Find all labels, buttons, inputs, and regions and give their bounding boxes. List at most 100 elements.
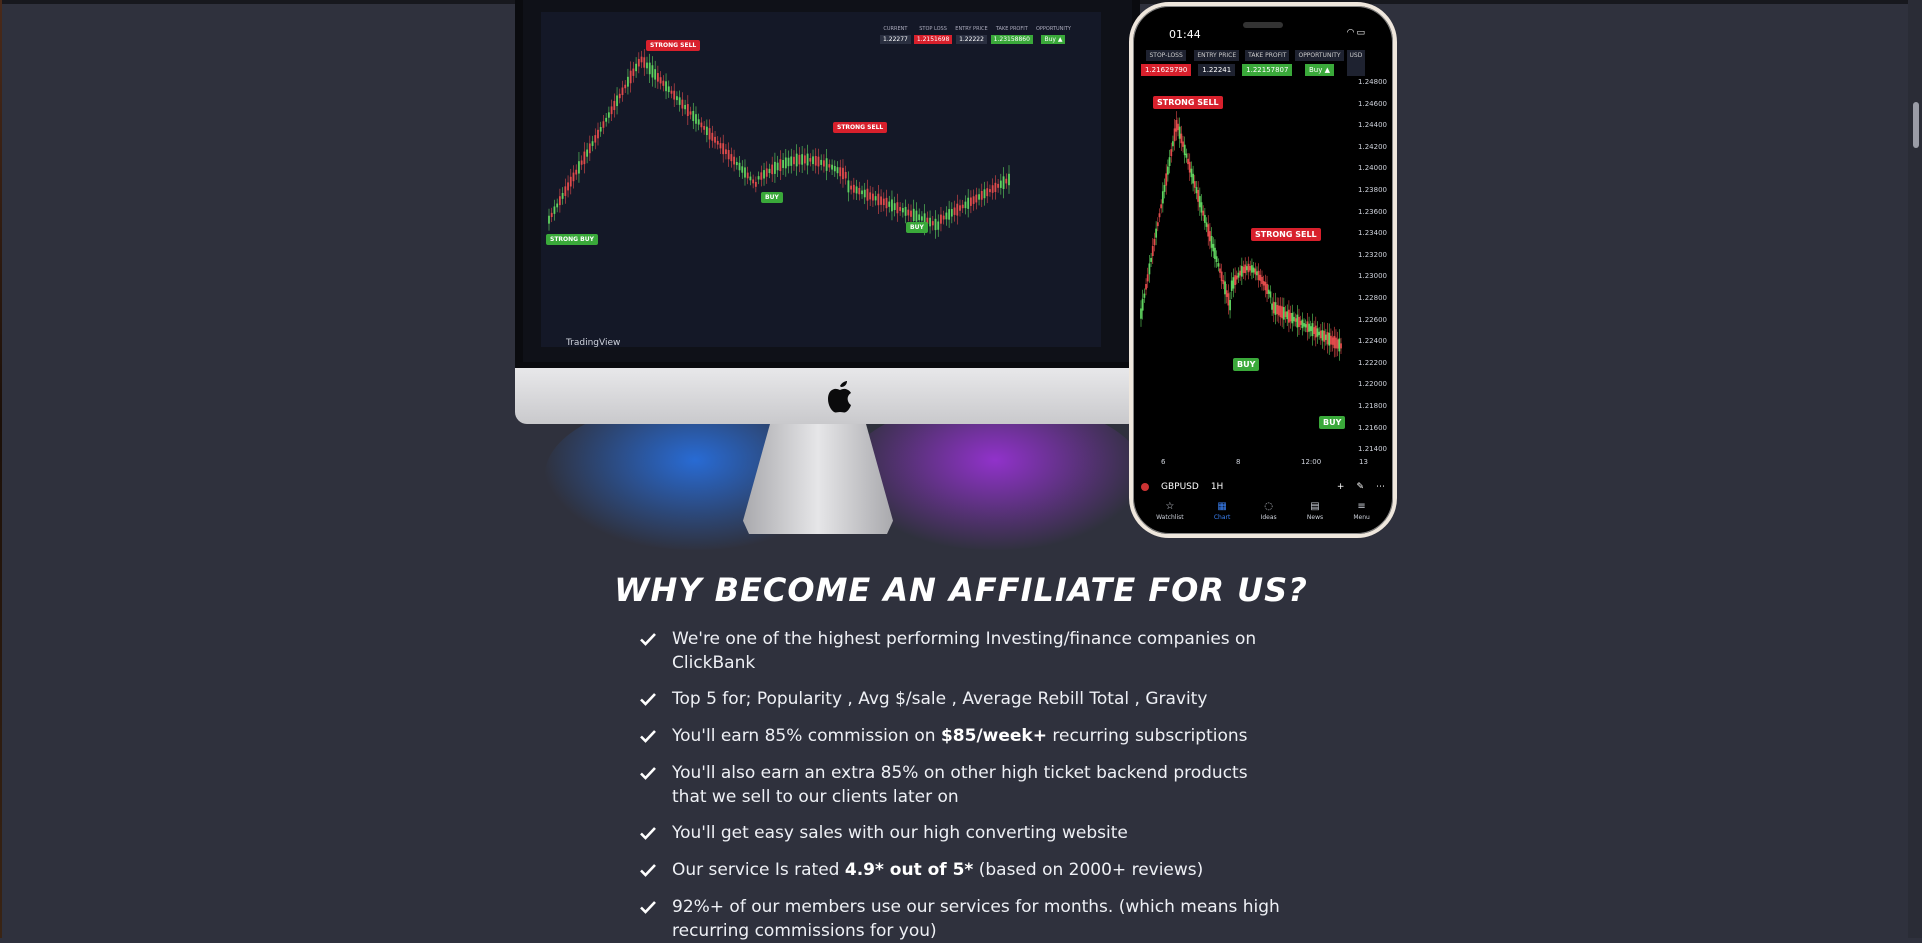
candle-body — [880, 196, 882, 205]
candle-body — [1296, 314, 1299, 328]
candle-body — [964, 201, 967, 209]
phone-nav-chart[interactable]: ▦ Chart — [1214, 502, 1231, 534]
phone-symbol-bar[interactable]: GBPUSD 1H + ✎ ⋯ — [1141, 476, 1385, 498]
candle-body — [1286, 311, 1289, 320]
candle-body — [1148, 263, 1151, 275]
benefit-text: You'll get easy sales with our high conv… — [672, 823, 1128, 843]
gbpusd-flag-icon — [1141, 483, 1149, 491]
phone-nav-menu[interactable]: ≡ Menu — [1353, 502, 1369, 534]
candle-body — [659, 77, 662, 84]
candle-body — [624, 84, 627, 89]
candle-body — [1209, 231, 1211, 242]
candle-body — [1212, 243, 1215, 252]
candle-body — [662, 80, 665, 86]
price-axis-tick: 1.24200 — [1358, 142, 1387, 151]
candle-body — [1163, 184, 1166, 192]
candle-body — [969, 197, 972, 206]
candle-body — [768, 168, 771, 174]
candle-body — [956, 203, 959, 216]
candle-body — [558, 196, 561, 206]
candle-body — [1165, 173, 1168, 186]
browser-viewport: CURRENT 1.22277 STOP LOSS 1.2151698 ENTRY PR… — [0, 0, 1922, 941]
candle-body — [948, 209, 951, 220]
price-header: OPPORTUNITY — [1035, 26, 1071, 32]
phone-nav-ideas[interactable]: ◌ Ideas — [1261, 502, 1277, 534]
candle-body — [556, 203, 559, 208]
phone-price-column: TAKE PROFIT 1.22157807 — [1242, 50, 1293, 76]
candle-body — [1227, 293, 1230, 306]
interval-label[interactable]: 1H — [1211, 482, 1224, 492]
candle-body — [719, 143, 722, 149]
candle-body — [1225, 290, 1228, 297]
scrollbar[interactable] — [1908, 0, 1922, 938]
phone-nav-label: News — [1306, 514, 1324, 521]
symbol-label[interactable]: GBPUSD — [1161, 482, 1199, 492]
pencil-icon[interactable]: ✎ — [1356, 482, 1364, 492]
phone-price-header: STOP-LOSS — [1146, 50, 1186, 61]
candle-body — [945, 212, 948, 220]
benefit-item: 92%+ of our members use our services for… — [640, 895, 1280, 943]
price-axis-tick: 1.23800 — [1358, 186, 1387, 194]
phone-price-value: Buy ▲ — [1305, 64, 1334, 76]
candle-body — [1237, 272, 1240, 278]
candle-body — [1289, 312, 1292, 322]
benefit-text: Top 5 for; Popularity , Avg $/sale , Ave… — [672, 689, 1208, 709]
more-icon[interactable]: ⋯ — [1376, 482, 1385, 492]
candle-body — [942, 215, 945, 220]
candle-body — [891, 199, 893, 212]
candle-body — [1005, 178, 1008, 184]
candle-body — [583, 151, 586, 165]
candle-body — [1311, 323, 1314, 337]
candle-body — [765, 168, 768, 177]
scrollbar-thumb[interactable] — [1913, 102, 1919, 148]
candle-body — [994, 182, 997, 193]
candle-body — [1002, 176, 1005, 189]
candle-body — [1180, 133, 1183, 144]
candle-body — [1229, 299, 1231, 311]
candle-body — [1234, 275, 1237, 286]
candle-body — [1309, 326, 1312, 332]
price-header: TAKE PROFIT — [995, 26, 1028, 32]
candle-body — [1247, 263, 1250, 273]
candle-body — [754, 181, 757, 187]
candle-body — [823, 160, 825, 167]
candle-body — [1249, 266, 1252, 271]
candle-body — [1200, 202, 1203, 213]
chart-signal-tag: STRONG SELL — [833, 122, 888, 133]
candle-body — [1245, 266, 1248, 271]
candle-body — [616, 95, 618, 107]
candle-body — [1244, 264, 1247, 274]
phone-nav-news[interactable]: ▤ News — [1307, 502, 1323, 534]
candle-body — [1187, 158, 1189, 165]
news-icon: ▤ — [1310, 501, 1320, 512]
currency-label[interactable]: USD — [1346, 50, 1366, 76]
candle-body — [599, 127, 602, 132]
check-icon — [640, 864, 656, 877]
candle-body — [920, 216, 923, 221]
benefit-item: Top 5 for; Popularity , Avg $/sale , Ave… — [640, 687, 1280, 711]
candle-body — [1153, 238, 1156, 246]
candle-body — [1294, 318, 1297, 322]
candle-body — [1303, 323, 1305, 327]
candle-body — [646, 62, 648, 69]
candle-body — [1190, 168, 1193, 178]
candle-body — [602, 121, 605, 128]
benefit-text: recurring subscriptions — [1046, 726, 1248, 746]
candle-body — [749, 176, 752, 181]
benefit-text: Our service Is rated — [672, 860, 845, 880]
candle-body — [1326, 332, 1329, 345]
candle-body — [1277, 305, 1280, 316]
candle-body — [885, 197, 888, 209]
phone-nav-watchlist[interactable]: ☆ Watchlist — [1156, 502, 1184, 534]
candle-body — [1338, 338, 1341, 352]
phone-price-value: 1.22241 — [1198, 64, 1236, 76]
candle-body — [904, 206, 907, 216]
time-axis-tick: 6 — [1161, 458, 1166, 466]
candle-body — [1178, 126, 1181, 139]
plus-icon[interactable]: + — [1337, 482, 1345, 492]
monitor-stand — [743, 424, 893, 534]
candle-body — [580, 160, 583, 165]
candle-body — [980, 191, 983, 200]
candle-body — [1203, 214, 1206, 223]
candle-body — [640, 56, 643, 63]
